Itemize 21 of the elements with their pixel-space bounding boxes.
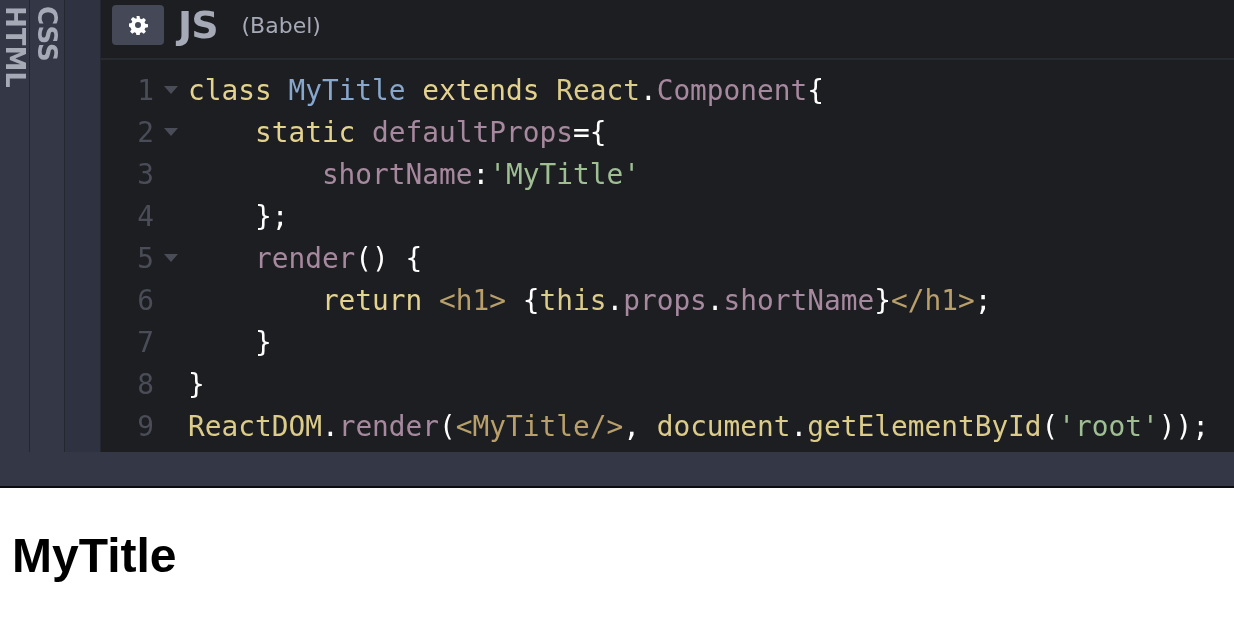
side-tab[interactable]: CSS [30,0,65,452]
editor-title: JS [178,3,218,47]
side-tab-label: CSS [34,6,60,62]
code-line: } [253,325,272,359]
settings-button[interactable] [112,5,164,45]
fold-arrow-icon[interactable] [164,254,178,262]
code-line: } [188,367,205,401]
side-tab-label: HTML [1,6,28,88]
code-line: class MyTitle extends React.Component{ [188,73,824,107]
fold-arrow-icon[interactable] [164,128,178,136]
code-line: shortName:'MyTitle' [320,157,640,191]
fold-arrow-icon[interactable] [164,86,178,94]
side-tab[interactable]: HTML [0,0,30,452]
code-line: static defaultProps={ [253,115,607,149]
code-line: return <h1> {this.props.shortName}</h1>; [320,283,992,317]
settings-icon [128,15,148,35]
preview-heading: MyTitle [12,528,177,583]
code-line: ReactDOM.render(<MyTitle/>, document.getElementById('root')); [188,409,1209,443]
editor-subtitle: (Babel) [241,12,321,38]
code-line: render() { [253,241,423,275]
code-line: }; [253,199,289,233]
